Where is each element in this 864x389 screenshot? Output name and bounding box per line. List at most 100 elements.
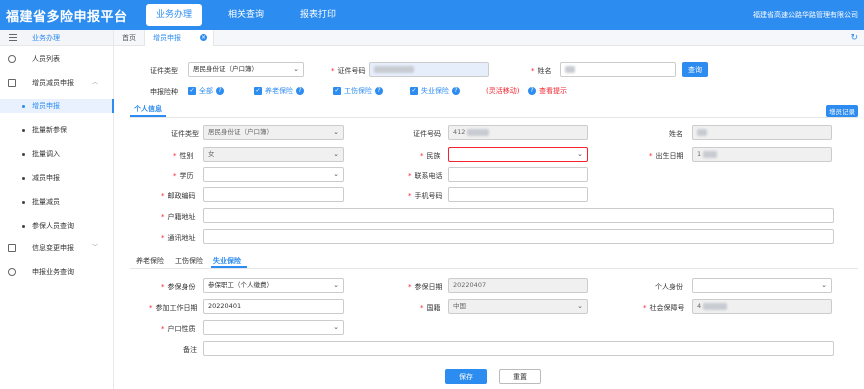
- menu-query[interactable]: 相关查询: [218, 4, 274, 26]
- menu-icon[interactable]: [9, 34, 17, 41]
- close-icon[interactable]: ×: [200, 34, 207, 41]
- reset-button[interactable]: 重置: [499, 369, 541, 384]
- sidebar-item-batch-transfer[interactable]: 批量调入: [0, 147, 114, 161]
- chevron-down-icon: ﹀: [92, 244, 99, 251]
- tab-home[interactable]: 首页: [114, 30, 144, 46]
- menu-business[interactable]: 业务办理: [146, 4, 203, 26]
- top-bar: 福建省多险申报平台 业务办理 相关查询 报表打印 福建省高速公路华路管理有限公司: [0, 0, 864, 30]
- personal-cert-type-select[interactable]: 居民身份证（户口簿） ⌄: [203, 125, 344, 140]
- compass-icon: [8, 268, 16, 276]
- remark-input[interactable]: [203, 341, 834, 356]
- tips-link[interactable]: ? 查看提示: [528, 86, 567, 96]
- sidebar-item-batch-reduce[interactable]: 批量减员: [0, 195, 114, 209]
- nationality-label: * 国籍: [420, 304, 441, 312]
- sidebar-item-label: 信息变更申报: [32, 244, 74, 252]
- sidebar-item-batch-new[interactable]: 批量新参保: [0, 123, 114, 137]
- check-injury[interactable]: ✓ 工伤保险?: [333, 86, 383, 96]
- sidebar-item-label: 批量减员: [32, 198, 60, 206]
- identity-label: * 参保身份: [161, 283, 196, 291]
- work-date-label: * 参加工作日期: [149, 304, 198, 312]
- hukou-nature-label: * 户口性质: [161, 325, 196, 333]
- company-name: 福建省高速公路华路管理有限公司: [753, 11, 858, 19]
- hukou-addr-label: * 户籍地址: [161, 213, 196, 221]
- check-pension[interactable]: ✓ 养老保险?: [254, 86, 304, 96]
- checkbox-icon: ✓: [188, 87, 196, 95]
- hukou-nature-select[interactable]: ⌄: [203, 320, 344, 335]
- sidebar-header: 业务办理: [0, 30, 113, 46]
- phone-label: * 联系电话: [408, 172, 443, 180]
- refresh-icon[interactable]: ↻: [850, 33, 858, 43]
- sidebar-item-add-declare[interactable]: 增员申报: [0, 99, 114, 113]
- personal-name-input[interactable]: [692, 125, 832, 140]
- gender-select[interactable]: 女 ⌄: [203, 147, 344, 162]
- birth-input[interactable]: 1: [692, 147, 832, 162]
- bullet-icon: [22, 177, 25, 180]
- education-label: * 学历: [173, 172, 194, 180]
- user-icon: [8, 55, 16, 63]
- chevron-down-icon: ⌄: [333, 128, 339, 136]
- education-select[interactable]: ⌄: [203, 167, 344, 182]
- chevron-down-icon: ⌄: [333, 323, 339, 331]
- ssn-input[interactable]: 4: [692, 299, 832, 314]
- bullet-icon: [22, 105, 25, 108]
- tab-injury[interactable]: 工伤保险: [175, 256, 203, 266]
- chevron-down-icon: ⌄: [577, 302, 583, 310]
- sidebar-item-label: 增员减员申报: [32, 79, 74, 87]
- sidebar-header-label: 业务办理: [32, 34, 60, 42]
- help-icon: ?: [452, 87, 460, 95]
- sidebar-item-label: 人员列表: [32, 55, 60, 63]
- insurance-label: 申报险种: [150, 88, 178, 96]
- personal-cert-no-input[interactable]: 412: [448, 125, 588, 140]
- sidebar-item-reduce-declare[interactable]: 减员申报: [0, 171, 114, 185]
- tab-pension[interactable]: 养老保险: [136, 256, 164, 266]
- tab-divider: [130, 268, 858, 269]
- mail-addr-label: * 通讯地址: [161, 234, 196, 242]
- save-button[interactable]: 保存: [445, 369, 487, 384]
- chevron-down-icon: ⌄: [293, 65, 299, 73]
- bullet-icon: [22, 153, 25, 156]
- ssn-label: * 社会保障号: [643, 304, 685, 312]
- tab-unemployment[interactable]: 失业保险: [213, 256, 241, 266]
- ethnic-select[interactable]: ⌄: [448, 147, 588, 162]
- personal-identity-select[interactable]: ⌄: [692, 278, 832, 293]
- section-divider: [130, 117, 858, 118]
- app-title: 福建省多险申报平台: [6, 10, 128, 25]
- mail-addr-input[interactable]: [203, 229, 834, 244]
- ethnic-label: * 民族: [420, 152, 441, 160]
- cert-type-select[interactable]: 居民身份证（户口簿） ⌄: [188, 62, 304, 77]
- sidebar-item-add-reduce[interactable]: 增员减员申报 ︿: [0, 76, 114, 90]
- top-menu: 业务办理 相关查询 报表打印: [146, 0, 362, 30]
- calendar-icon: [8, 79, 16, 87]
- sidebar-item-info-change[interactable]: 信息变更申报 ﹀: [0, 241, 114, 255]
- postcode-input[interactable]: [203, 187, 344, 202]
- chevron-down-icon: ⌄: [821, 281, 827, 289]
- sidebar-item-insured-query[interactable]: 参保人员查询: [0, 219, 114, 233]
- tab-add-declare[interactable]: 增员申报 ×: [144, 30, 214, 46]
- identity-select[interactable]: 参保职工（个人缴费） ⌄: [203, 278, 344, 293]
- sidebar-item-declare-progress[interactable]: 申报业务查询: [0, 265, 114, 279]
- phone-input[interactable]: [448, 167, 588, 182]
- sidebar-item-staff-list[interactable]: 人员列表: [0, 52, 114, 66]
- add-record-button[interactable]: 增员记录: [826, 105, 858, 117]
- check-unemployment[interactable]: ✓ 失业保险?: [410, 86, 460, 96]
- help-icon: ?: [375, 87, 383, 95]
- chevron-down-icon: ⌄: [333, 170, 339, 178]
- cert-no-input[interactable]: [369, 62, 489, 77]
- checkbox-icon: ✓: [333, 87, 341, 95]
- tab-bar: 首页 增员申报 × ↻: [114, 30, 864, 46]
- nationality-select[interactable]: 中国 ⌄: [448, 299, 588, 314]
- chevron-down-icon: ⌄: [333, 281, 339, 289]
- mobile-input[interactable]: [448, 187, 588, 202]
- insured-date-input[interactable]: 20220407: [448, 278, 588, 293]
- hukou-addr-input[interactable]: [203, 208, 834, 223]
- mobile-label: * 手机号码: [408, 192, 443, 200]
- remark-label: 备注: [183, 346, 197, 354]
- check-all[interactable]: ✓ 全部?: [188, 86, 224, 96]
- cert-no-label: * 证件号码: [331, 67, 366, 75]
- query-button[interactable]: 查询: [682, 62, 708, 77]
- name-input[interactable]: [560, 62, 676, 77]
- work-date-input[interactable]: 20220401: [203, 299, 344, 314]
- sidebar-item-label: 参保人员查询: [32, 222, 74, 230]
- cert-type-label: 证件类型: [150, 67, 178, 75]
- menu-report[interactable]: 报表打印: [290, 4, 346, 26]
